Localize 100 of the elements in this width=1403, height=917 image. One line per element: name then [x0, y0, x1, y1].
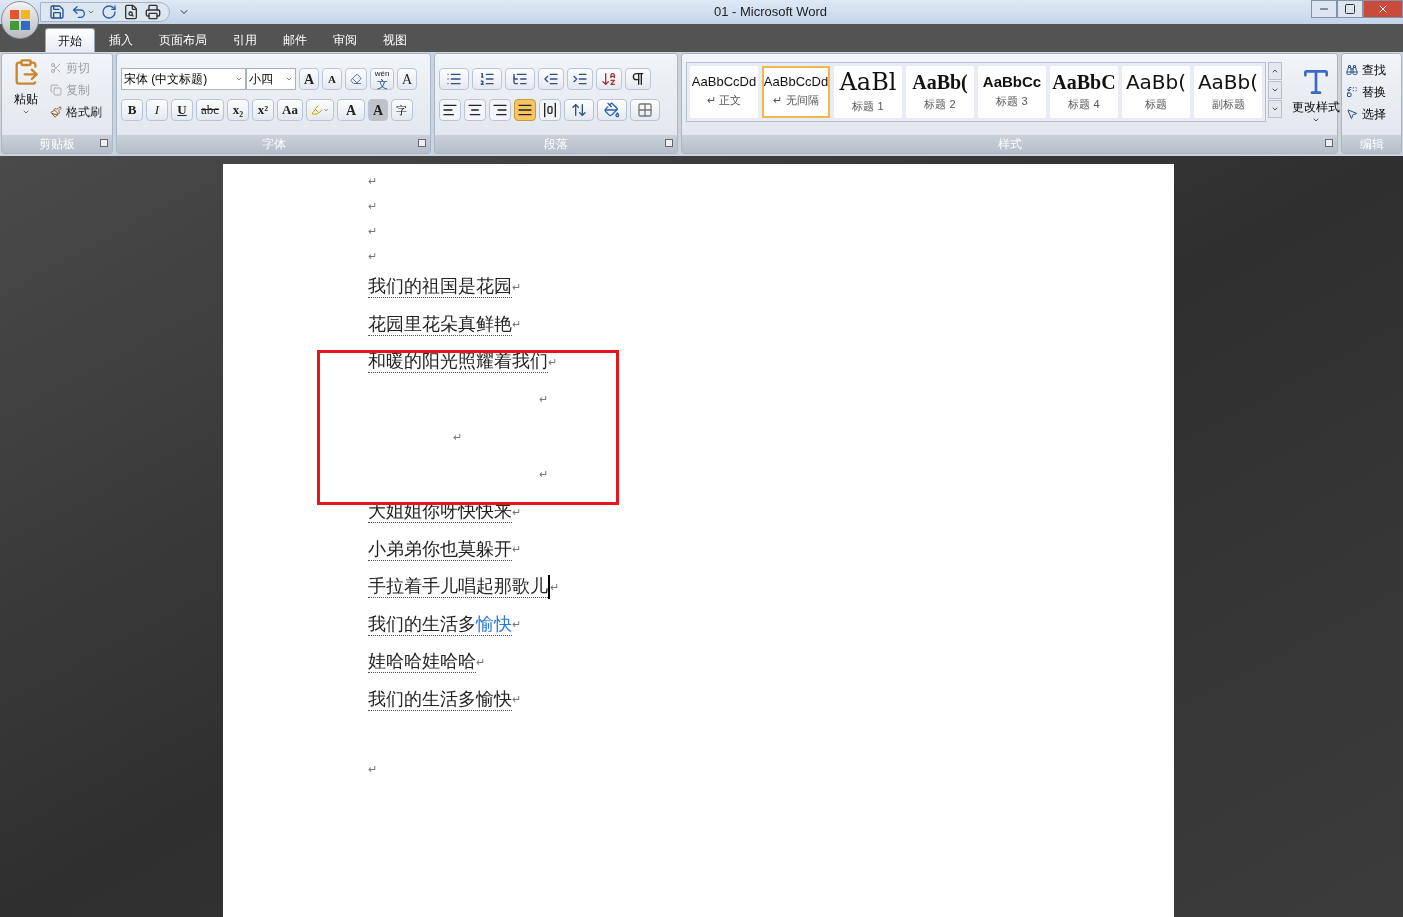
format-button[interactable]: x² [252, 99, 275, 121]
border-grid-icon [637, 102, 653, 118]
save-button[interactable] [49, 4, 65, 20]
caret-icon [22, 108, 30, 116]
dialog-launcher-icon[interactable] [665, 139, 673, 147]
ribbon-tab[interactable]: 开始 [45, 28, 95, 52]
line-spacing-button[interactable] [564, 99, 594, 121]
format-button[interactable]: Aa [277, 99, 303, 121]
brush-icon [50, 105, 62, 118]
sort-button[interactable] [596, 68, 622, 90]
style-preset[interactable]: AaBbCcDd ↵ 无间隔 [762, 66, 830, 118]
align-icon [467, 102, 483, 118]
caret-icon [1312, 116, 1320, 124]
shrink-font-button[interactable]: A [322, 68, 342, 90]
chevron-up-icon [1271, 67, 1279, 75]
align-button[interactable] [489, 99, 511, 121]
clear-format-button[interactable] [345, 68, 367, 90]
paragraph-mark: ↵ [511, 279, 521, 295]
font-name-field[interactable]: 宋体 (中文标题) [121, 68, 246, 90]
enclose-character-button[interactable]: 字 [390, 99, 413, 121]
close-icon [1377, 3, 1389, 15]
align-button[interactable] [539, 99, 561, 121]
bullet-list-icon [446, 71, 462, 87]
grow-font-button[interactable]: A [299, 68, 319, 90]
decrease-indent-button[interactable] [538, 68, 564, 90]
caret-icon [285, 75, 293, 83]
print-preview-button[interactable] [123, 4, 139, 20]
paragraph-mark: ↵ [538, 467, 548, 482]
show-marks-button[interactable] [625, 68, 651, 90]
change-styles-button[interactable]: 更改样式 [1292, 62, 1340, 124]
font-size-field[interactable]: 小四 [246, 68, 296, 90]
format-button[interactable]: I [146, 99, 168, 121]
editing-item[interactable]: 选择 [1346, 104, 1386, 123]
clipboard-item[interactable]: 格式刷 [50, 102, 102, 121]
maximize-icon [1344, 3, 1356, 15]
maximize-button[interactable] [1337, 0, 1363, 18]
chevron-down-icon [1271, 86, 1279, 94]
pilcrow-icon [630, 71, 646, 87]
style-preset[interactable]: AaBbC 标题 4 [1050, 66, 1118, 118]
text-line: 我们的生活多愉快 [367, 687, 512, 711]
line-spacing-icon [571, 102, 587, 118]
text-line: 我们的祖国是花园 [367, 275, 512, 299]
editing-item[interactable]: 查找 [1346, 60, 1386, 79]
ribbon-tab[interactable]: 页面布局 [147, 28, 219, 52]
save-icon [49, 4, 65, 20]
shading-button[interactable] [597, 99, 627, 121]
replace-icon [1346, 85, 1358, 98]
editing-item[interactable]: 替换 [1346, 82, 1386, 101]
print-preview-icon [123, 4, 139, 20]
redo-button[interactable] [101, 4, 117, 20]
ribbon-tab[interactable]: 审阅 [321, 28, 369, 52]
ribbon-tab[interactable]: 邮件 [271, 28, 319, 52]
office-button[interactable] [1, 1, 39, 39]
redo-icon [101, 4, 117, 20]
paste-button[interactable]: 粘贴 [6, 58, 46, 135]
format-button[interactable]: abc [196, 99, 225, 121]
style-preset[interactable]: AaBbCcDd ↵ 正文 [690, 66, 758, 118]
dialog-launcher-icon[interactable] [1325, 139, 1333, 147]
indent-icon [572, 71, 588, 87]
paragraph-mark: ↵ [538, 392, 548, 407]
paragraph-mark: ↵ [367, 173, 377, 188]
ribbon-tab[interactable]: 视图 [371, 28, 419, 52]
print-button[interactable] [145, 4, 161, 20]
numbering-button[interactable] [472, 68, 502, 90]
increase-indent-button[interactable] [567, 68, 593, 90]
paragraph-mark: ↵ [511, 543, 521, 555]
text-line: 娃哈哈娃哈哈 [367, 650, 476, 674]
format-button[interactable]: x₂ [227, 99, 250, 121]
paragraph-mark: ↵ [511, 504, 521, 518]
paragraph-mark: ↵ [367, 762, 377, 776]
paragraph-mark: ↵ [549, 579, 559, 595]
window-title: 01 - Microsoft Word [713, 3, 828, 22]
align-icon [492, 102, 508, 118]
format-button[interactable]: U [171, 99, 193, 121]
sort-icon [601, 71, 617, 87]
ribbon-tab[interactable]: 插入 [97, 28, 145, 52]
style-preset[interactable]: AaBb( 副标题 [1194, 66, 1262, 118]
text-line: 和暖的阳光照耀着我们 [367, 350, 548, 374]
ribbon-tab[interactable]: 引用 [221, 28, 269, 52]
style-preset[interactable]: AaBb( 标题 2 [906, 66, 974, 118]
paragraph-mark: ↵ [475, 654, 485, 670]
align-button[interactable] [514, 99, 536, 121]
style-preset[interactable]: AaBl 标题 1 [834, 66, 902, 118]
phonetic-guide-button[interactable]: wén 文 [370, 68, 394, 90]
borders-button[interactable] [630, 99, 660, 121]
format-button[interactable]: B [121, 99, 143, 121]
style-preset[interactable]: AaBb( 标题 [1122, 66, 1190, 118]
character-border-button[interactable]: A [397, 68, 417, 90]
bullets-button[interactable] [439, 68, 469, 90]
dialog-launcher-icon[interactable] [418, 139, 426, 147]
dialog-launcher-icon[interactable] [100, 139, 108, 147]
align-button[interactable] [439, 99, 461, 121]
character-shading-button[interactable]: A [367, 99, 388, 121]
undo-button[interactable] [71, 4, 95, 20]
font-color-button[interactable]: A [336, 99, 365, 121]
align-button[interactable] [464, 99, 486, 121]
text-line: 手拉着手儿唱起那歌儿 [367, 575, 548, 599]
group-label: 段落 [544, 136, 568, 153]
multilevel-list-button[interactable] [505, 68, 535, 90]
style-preset[interactable]: AaBbCc 标题 3 [978, 66, 1046, 118]
